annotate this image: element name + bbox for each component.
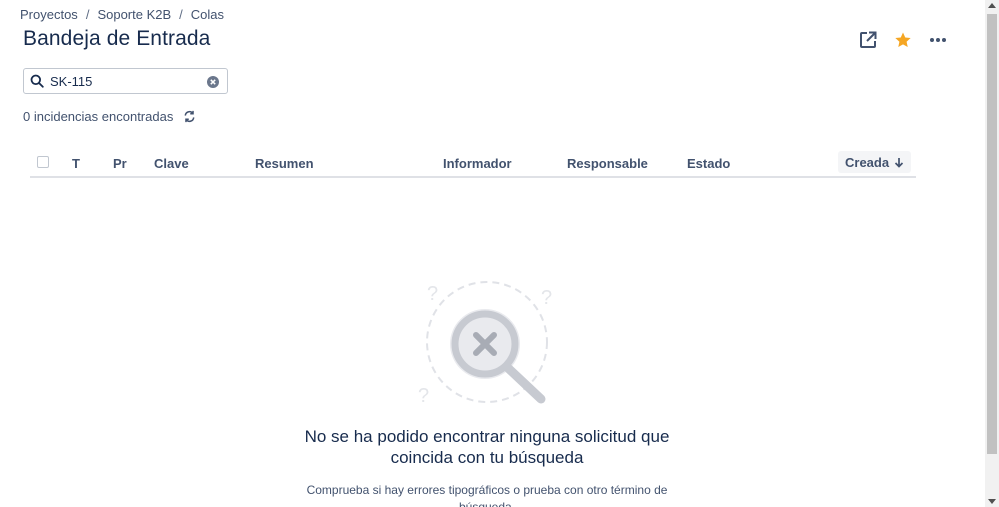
header-actions bbox=[855, 28, 960, 52]
svg-text:?: ? bbox=[427, 283, 438, 305]
result-count-text: 0 incidencias encontradas bbox=[23, 109, 174, 124]
more-icon bbox=[930, 38, 946, 42]
more-actions-button[interactable] bbox=[925, 28, 951, 52]
search-field[interactable] bbox=[23, 68, 228, 94]
result-count: 0 incidencias encontradas bbox=[23, 109, 196, 124]
breadcrumb-item-soporte[interactable]: Soporte K2B bbox=[97, 7, 171, 22]
column-header-type[interactable]: T bbox=[72, 156, 80, 171]
breadcrumb-separator: / bbox=[85, 7, 90, 22]
svg-text:?: ? bbox=[418, 385, 429, 407]
created-label: Creada bbox=[845, 154, 890, 170]
breadcrumb: Proyectos / Soporte K2B / Colas bbox=[20, 7, 224, 22]
column-header-summary[interactable]: Resumen bbox=[255, 156, 314, 171]
column-header-key[interactable]: Clave bbox=[154, 156, 189, 171]
star-icon bbox=[895, 32, 911, 48]
search-icon bbox=[24, 74, 50, 88]
scroll-down-arrow-icon[interactable] bbox=[988, 499, 996, 504]
search-input[interactable] bbox=[50, 73, 200, 89]
no-results-illustration: ? ? ? bbox=[418, 281, 552, 407]
clear-search-icon[interactable] bbox=[207, 75, 219, 93]
table-header: T Pr Clave Resumen Informador Responsabl… bbox=[30, 151, 916, 178]
refresh-icon[interactable] bbox=[183, 110, 196, 123]
favorite-button[interactable] bbox=[890, 28, 916, 52]
select-all-checkbox[interactable] bbox=[37, 156, 49, 168]
page-title: Bandeja de Entrada bbox=[23, 27, 211, 50]
empty-state-title: No se ha podido encontrar ninguna solici… bbox=[304, 427, 670, 467]
column-header-reporter[interactable]: Informador bbox=[443, 156, 512, 171]
breadcrumb-item-colas[interactable]: Colas bbox=[191, 7, 224, 22]
scroll-up-arrow-icon[interactable] bbox=[988, 3, 996, 8]
breadcrumb-item-proyectos[interactable]: Proyectos bbox=[20, 7, 78, 22]
column-header-status[interactable]: Estado bbox=[687, 156, 730, 171]
svg-text:?: ? bbox=[541, 287, 552, 309]
empty-state-description: Comprueba si hay errores tipográficos o … bbox=[306, 483, 668, 507]
open-external-button[interactable] bbox=[855, 28, 881, 52]
external-link-icon bbox=[860, 31, 877, 48]
breadcrumb-separator: / bbox=[179, 7, 183, 22]
page: Proyectos / Soporte K2B / Colas Bandeja … bbox=[0, 0, 999, 507]
scrollbar-thumb[interactable] bbox=[987, 14, 997, 454]
column-header-assignee[interactable]: Responsable bbox=[567, 156, 648, 171]
column-header-priority[interactable]: Pr bbox=[113, 156, 127, 171]
vertical-scrollbar[interactable] bbox=[985, 0, 999, 507]
column-header-created[interactable]: Creada bbox=[838, 151, 912, 173]
arrow-down-icon bbox=[894, 157, 904, 168]
